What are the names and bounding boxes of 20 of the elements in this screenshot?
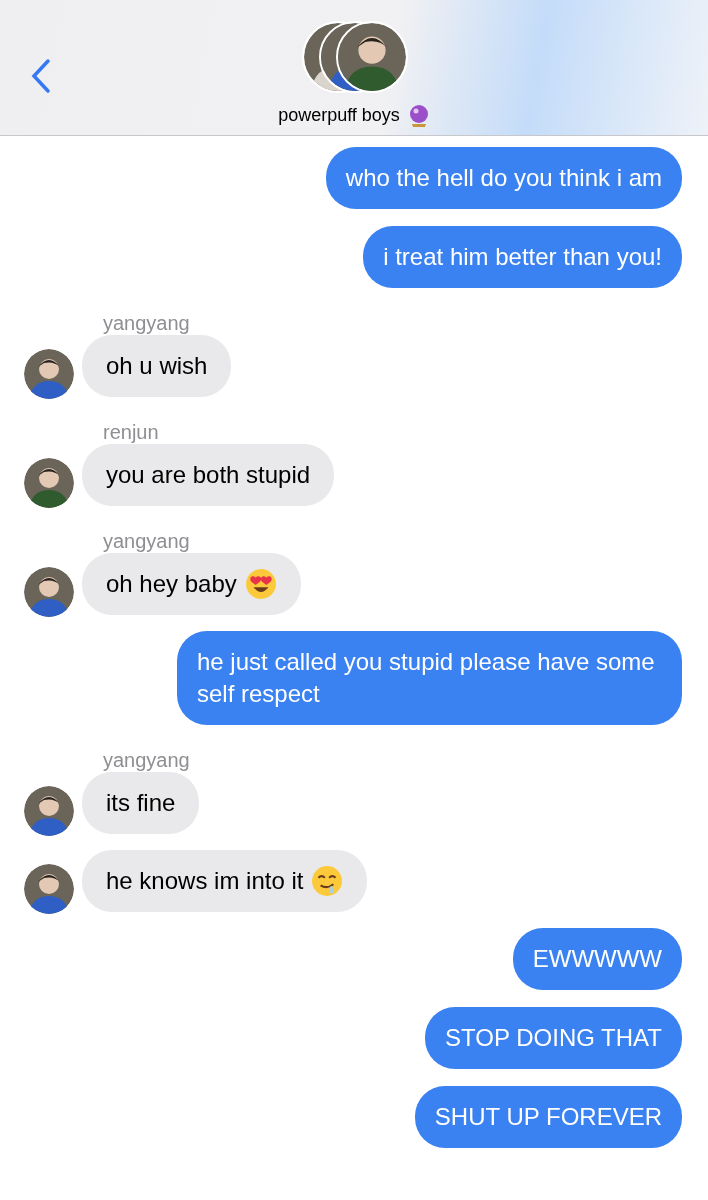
sender-name: yangyang	[102, 311, 191, 335]
received-message-bubble: oh hey baby	[82, 553, 301, 615]
sender-name: renjun	[102, 420, 160, 444]
sent-message-bubble: i treat him better than you!	[363, 226, 682, 288]
crystal-ball-icon	[407, 103, 430, 128]
sent-message-bubble: STOP DOING THAT	[425, 1007, 682, 1069]
sent-message-bubble: he just called you stupid please have some self respect	[177, 631, 682, 725]
received-message-bubble: its fine	[82, 772, 200, 834]
received-message-bubble: oh u wish	[82, 335, 232, 397]
sender-name: yangyang	[102, 529, 191, 553]
sent-message-bubble: SHUT UP FOREVER	[414, 1086, 682, 1148]
sent-message-bubble: EWWWWW	[512, 928, 682, 990]
sender-name: yangyang	[102, 748, 191, 772]
received-message-bubble: he knows im into it	[82, 850, 368, 912]
drooling-emoji-icon	[311, 864, 344, 897]
conversation-title: powerpuff boys	[278, 104, 400, 127]
received-message-bubble: you are both stupid	[82, 444, 335, 506]
heart-eyes-emoji-icon	[244, 567, 277, 600]
sent-message-bubble: who the hell do you think i am	[325, 147, 682, 209]
back-icon[interactable]	[30, 58, 52, 94]
